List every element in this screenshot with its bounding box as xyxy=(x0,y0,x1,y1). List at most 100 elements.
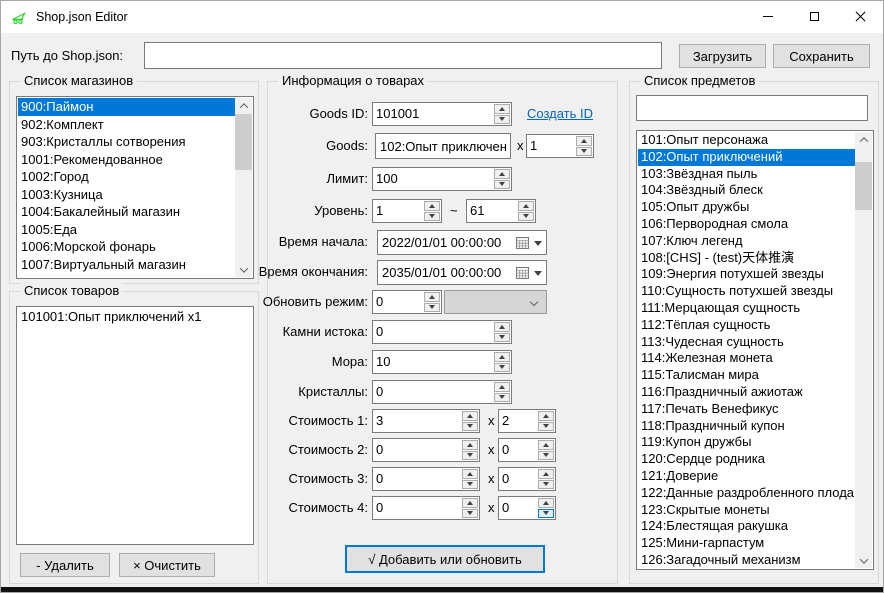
list-item[interactable]: 107:Ключ легенд xyxy=(638,233,855,250)
list-item[interactable]: 120:Сердце родника xyxy=(638,451,855,468)
list-item[interactable]: 110:Сущность потухшей звезды xyxy=(638,283,855,300)
path-input[interactable] xyxy=(144,42,662,69)
goods-listbox[interactable]: 101001:Опыт приключений x1 xyxy=(16,306,254,545)
maximize-icon[interactable] xyxy=(791,1,837,32)
items-listbox[interactable]: 101:Опыт персонажа102:Опыт приключений10… xyxy=(636,130,874,570)
list-item[interactable]: 1001:Рекомендованное xyxy=(18,151,235,169)
load-button[interactable]: Загрузить xyxy=(679,44,766,68)
list-item[interactable]: 109:Энергия потухшей звезды xyxy=(638,266,855,283)
spin-up-icon[interactable] xyxy=(538,469,554,479)
list-item[interactable]: 122:Данные раздробленного плода xyxy=(638,485,855,502)
scroll-thumb[interactable] xyxy=(235,114,252,170)
spin-down-icon[interactable] xyxy=(462,480,478,490)
spin-down-icon[interactable] xyxy=(538,451,554,461)
shops-listbox[interactable]: 900:Паймон902:Комплект903:Кристаллы сотв… xyxy=(16,96,254,279)
level-from-spinner[interactable]: 1 xyxy=(372,199,442,223)
list-item[interactable]: 125:Мини-гарпастум xyxy=(638,535,855,552)
list-item[interactable]: 119:Купон дружбы xyxy=(638,434,855,451)
add-or-update-button[interactable]: √ Добавить или обновить xyxy=(345,545,545,573)
cost4-item-spinner[interactable]: 0 xyxy=(372,496,480,520)
list-item[interactable]: 123:Скрытые монеты xyxy=(638,502,855,519)
spin-up-icon[interactable] xyxy=(462,411,478,421)
list-item[interactable]: 108:[CHS] - (test)天体推演 xyxy=(638,250,855,267)
goods-count-spinner[interactable]: 1 xyxy=(526,134,594,158)
list-item[interactable]: 112:Тёплая сущность xyxy=(638,317,855,334)
spin-down-icon[interactable] xyxy=(462,422,478,432)
spin-up-icon[interactable] xyxy=(576,136,592,146)
spin-up-icon[interactable] xyxy=(494,169,510,179)
goods-id-spinner[interactable]: 101001 xyxy=(372,102,512,126)
list-item[interactable]: 1006:Морской фонарь xyxy=(18,238,235,256)
cost2-item-spinner[interactable]: 0 xyxy=(372,438,480,462)
cost3-item-spinner[interactable]: 0 xyxy=(372,467,480,491)
scroll-up-icon[interactable] xyxy=(855,132,872,147)
list-item[interactable]: 1007:Виртуальный магазин xyxy=(18,256,235,274)
list-item[interactable]: 1002:Город xyxy=(18,168,235,186)
list-item[interactable]: 902:Комплект xyxy=(18,116,235,134)
delete-button[interactable]: - Удалить xyxy=(20,553,110,577)
minimize-icon[interactable] xyxy=(745,1,791,32)
spin-down-icon[interactable] xyxy=(518,212,534,222)
spin-down-icon[interactable] xyxy=(538,480,554,490)
spin-up-icon[interactable] xyxy=(538,440,554,450)
spin-down-icon[interactable] xyxy=(462,451,478,461)
items-scrollbar[interactable] xyxy=(855,132,872,568)
cost1-item-spinner[interactable]: 3 xyxy=(372,409,480,433)
spin-down-icon[interactable] xyxy=(424,303,440,313)
chevron-down-icon[interactable] xyxy=(534,241,542,250)
mora-spinner[interactable]: 10 xyxy=(372,350,512,374)
spin-down-icon[interactable] xyxy=(576,147,592,157)
spin-up-icon[interactable] xyxy=(518,201,534,211)
spin-up-icon[interactable] xyxy=(538,498,554,508)
spin-up-icon[interactable] xyxy=(424,201,440,211)
items-search-input[interactable] xyxy=(636,95,868,121)
list-item[interactable]: 111:Мерцающая сущность xyxy=(638,300,855,317)
list-item[interactable]: 106:Первородная смола xyxy=(638,216,855,233)
refresh-mode-spinner[interactable]: 0 xyxy=(372,290,442,314)
list-item[interactable]: 102:Опыт приключений xyxy=(638,149,855,166)
spin-up-icon[interactable] xyxy=(424,292,440,302)
spin-down-icon[interactable] xyxy=(424,212,440,222)
spin-down-icon[interactable] xyxy=(462,509,478,519)
primogems-spinner[interactable]: 0 xyxy=(372,320,512,344)
spin-down-icon[interactable] xyxy=(538,509,554,519)
shops-scrollbar[interactable] xyxy=(235,98,252,277)
spin-down-icon[interactable] xyxy=(494,180,510,190)
spin-up-icon[interactable] xyxy=(494,352,510,362)
clear-button[interactable]: × Очистить xyxy=(119,553,215,577)
spin-down-icon[interactable] xyxy=(494,115,510,125)
list-item[interactable]: 113:Чудесная сущность xyxy=(638,334,855,351)
spin-up-icon[interactable] xyxy=(494,382,510,392)
scroll-thumb[interactable] xyxy=(855,162,872,210)
list-item[interactable]: 1004:Бакалейный магазин xyxy=(18,203,235,221)
scroll-down-icon[interactable] xyxy=(855,553,872,568)
list-item[interactable]: 104:Звёздный блеск xyxy=(638,182,855,199)
list-item[interactable]: 121:Доверие xyxy=(638,468,855,485)
spin-up-icon[interactable] xyxy=(538,411,554,421)
level-to-spinner[interactable]: 61 xyxy=(466,199,536,223)
spin-down-icon[interactable] xyxy=(494,393,510,403)
goods-input[interactable] xyxy=(375,133,511,159)
scroll-up-icon[interactable] xyxy=(235,98,252,113)
list-item[interactable]: 118:Праздничный купон xyxy=(638,418,855,435)
cost1-count-spinner[interactable]: 2 xyxy=(498,409,556,433)
list-item[interactable]: 1005:Еда xyxy=(18,221,235,239)
cost2-count-spinner[interactable]: 0 xyxy=(498,438,556,462)
save-button[interactable]: Сохранить xyxy=(773,44,870,68)
create-id-link[interactable]: Создать ID xyxy=(527,106,593,121)
scroll-down-icon[interactable] xyxy=(235,262,252,277)
list-item[interactable]: 101001:Опыт приключений x1 xyxy=(18,308,252,326)
list-item[interactable]: 103:Звёздная пыль xyxy=(638,166,855,183)
list-item[interactable]: 1003:Кузница xyxy=(18,186,235,204)
end-time-picker[interactable]: 2035/01/01 00:00:00 xyxy=(377,260,547,285)
spin-down-icon[interactable] xyxy=(494,333,510,343)
close-icon[interactable] xyxy=(837,1,883,32)
list-item[interactable]: 105:Опыт дружбы xyxy=(638,199,855,216)
list-item[interactable]: 101:Опыт персонажа xyxy=(638,132,855,149)
limit-spinner[interactable]: 100 xyxy=(372,167,512,191)
list-item[interactable]: 116:Праздничный ажиотаж xyxy=(638,384,855,401)
spin-up-icon[interactable] xyxy=(494,322,510,332)
cost4-count-spinner[interactable]: 0 xyxy=(498,496,556,520)
list-item[interactable]: 903:Кристаллы сотворения xyxy=(18,133,235,151)
spin-down-icon[interactable] xyxy=(538,422,554,432)
